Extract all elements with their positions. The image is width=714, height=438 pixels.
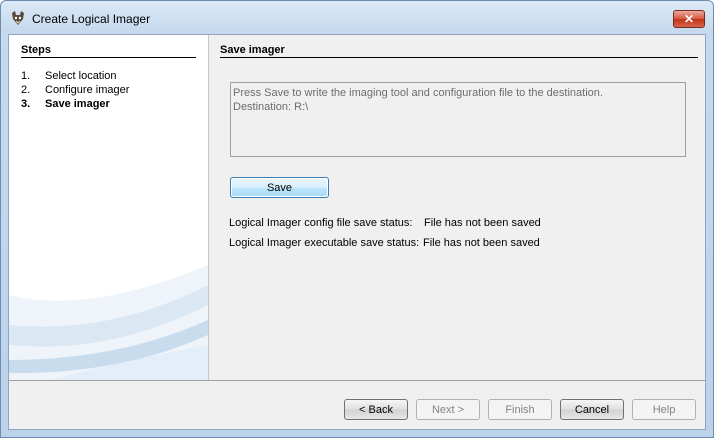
wizard-client-area: Steps 1. Select location 2. Configure imag… <box>8 34 706 430</box>
config-status-value: File has not been saved <box>424 217 541 229</box>
back-button[interactable]: < Back <box>344 399 408 420</box>
window-title: Create Logical Imager <box>32 12 151 26</box>
close-icon: ✕ <box>683 12 695 26</box>
instructions-textarea[interactable]: Press Save to write the imaging tool and… <box>230 82 686 157</box>
panel-divider <box>208 35 209 380</box>
finish-button[interactable]: Finish <box>488 399 552 420</box>
app-icon <box>10 10 26 26</box>
decorative-swoosh-graphic <box>9 265 208 380</box>
config-status-label: Logical Imager config file save status: <box>229 217 413 229</box>
executable-status-value: File has not been saved <box>423 237 540 249</box>
save-button[interactable]: Save <box>230 177 329 198</box>
executable-status-label: Logical Imager executable save status: <box>229 237 420 249</box>
step-label: Configure imager <box>45 84 130 96</box>
next-button[interactable]: Next > <box>416 399 480 420</box>
steps-underline <box>21 57 196 58</box>
create-logical-imager-window: Create Logical Imager ✕ Steps 1. Select l… <box>0 0 714 438</box>
step-number: 1. <box>21 70 31 82</box>
page-title-underline <box>220 57 698 58</box>
page-title: Save imager <box>220 44 285 56</box>
steps-title: Steps <box>21 44 51 56</box>
cancel-button[interactable]: Cancel <box>560 399 624 420</box>
help-button[interactable]: Help <box>632 399 696 420</box>
steps-panel: Steps 1. Select location 2. Configure imag… <box>9 35 208 380</box>
step-label: Save imager <box>45 98 110 110</box>
step-number: 3. <box>21 98 31 110</box>
step-number: 2. <box>21 84 31 96</box>
footer-divider <box>9 380 705 381</box>
instructions-line: Press Save to write the imaging tool and… <box>233 87 603 99</box>
close-button[interactable]: ✕ <box>673 10 705 28</box>
step-label: Select location <box>45 70 117 82</box>
step-configure-imager: 2. Configure imager <box>21 84 129 96</box>
destination-line: Destination: R:\ <box>233 101 309 113</box>
step-save-imager: 3. Save imager <box>21 98 110 110</box>
title-bar[interactable]: Create Logical Imager ✕ <box>1 1 713 33</box>
step-select-location: 1. Select location <box>21 70 117 82</box>
